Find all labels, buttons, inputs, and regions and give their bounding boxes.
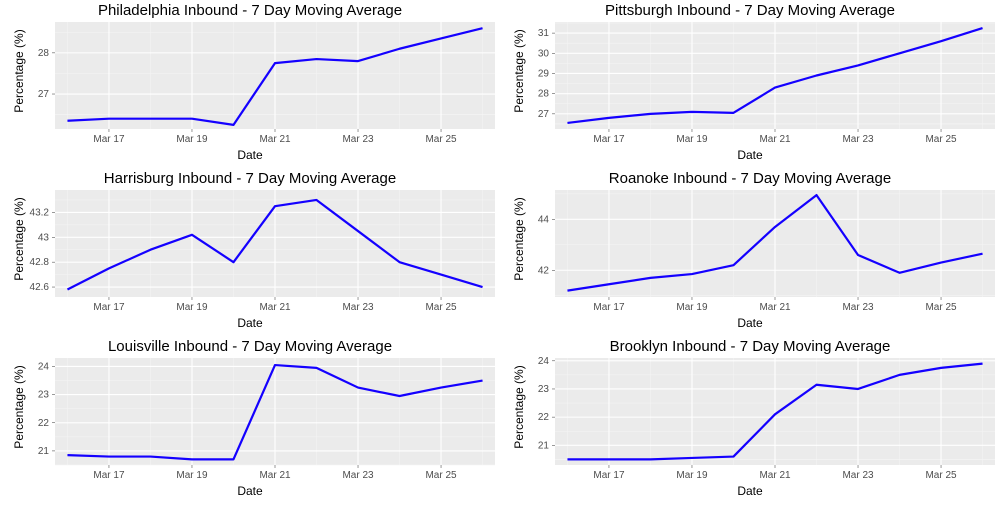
x-tick-label: Mar 25: [925, 470, 957, 481]
y-axis-label: Percentage (%): [512, 357, 526, 457]
chart-title: Pittsburgh Inbound - 7 Day Moving Averag…: [500, 2, 1000, 19]
chart-title: Harrisburg Inbound - 7 Day Moving Averag…: [0, 170, 500, 187]
plot-panel: Mar 17Mar 19Mar 21Mar 23Mar 252728293031: [555, 22, 995, 129]
x-tick-label: Mar 19: [176, 134, 208, 145]
y-axis-label: Percentage (%): [12, 357, 26, 457]
plot-panel: Mar 17Mar 19Mar 21Mar 23Mar 252728: [55, 22, 495, 129]
x-tick-label: Mar 19: [676, 302, 708, 313]
chart-grid: Philadelphia Inbound - 7 Day Moving Aver…: [0, 0, 1000, 505]
y-tick-label: 24: [38, 361, 50, 372]
y-tick-label: 23: [38, 390, 50, 401]
x-tick-label: Mar 17: [593, 302, 625, 313]
y-tick-label: 21: [38, 446, 50, 457]
chart-cell: Harrisburg Inbound - 7 Day Moving Averag…: [0, 168, 500, 336]
y-tick-label: 44: [538, 214, 550, 225]
x-axis-label: Date: [500, 148, 1000, 162]
x-tick-label: Mar 21: [759, 470, 791, 481]
chart-title: Brooklyn Inbound - 7 Day Moving Average: [500, 338, 1000, 355]
chart-cell: Louisville Inbound - 7 Day Moving Averag…: [0, 336, 500, 504]
chart-cell: Pittsburgh Inbound - 7 Day Moving Averag…: [500, 0, 1000, 168]
y-tick-label: 24: [538, 356, 550, 367]
x-tick-label: Mar 23: [842, 470, 874, 481]
x-tick-label: Mar 21: [259, 302, 291, 313]
plot-panel: Mar 17Mar 19Mar 21Mar 23Mar 254244: [555, 190, 995, 297]
y-tick-label: 42: [538, 265, 550, 276]
x-tick-label: Mar 17: [593, 134, 625, 145]
x-axis-label: Date: [500, 484, 1000, 498]
x-tick-label: Mar 23: [842, 302, 874, 313]
x-tick-label: Mar 17: [93, 134, 125, 145]
chart-cell: Roanoke Inbound - 7 Day Moving Average Pe…: [500, 168, 1000, 336]
x-tick-label: Mar 25: [925, 134, 957, 145]
x-tick-label: Mar 23: [342, 470, 374, 481]
x-tick-label: Mar 21: [259, 470, 291, 481]
y-tick-label: 29: [538, 68, 550, 79]
x-tick-label: Mar 25: [925, 302, 957, 313]
x-tick-label: Mar 21: [759, 302, 791, 313]
plot-panel: Mar 17Mar 19Mar 21Mar 23Mar 2521222324: [555, 358, 995, 465]
x-axis-label: Date: [0, 148, 500, 162]
x-tick-label: Mar 17: [93, 470, 125, 481]
x-tick-label: Mar 25: [425, 470, 457, 481]
x-tick-label: Mar 21: [759, 134, 791, 145]
y-tick-label: 21: [538, 440, 550, 451]
x-tick-label: Mar 23: [842, 134, 874, 145]
x-tick-label: Mar 25: [425, 134, 457, 145]
y-tick-label: 22: [38, 418, 50, 429]
x-tick-label: Mar 19: [676, 134, 708, 145]
y-axis-label: Percentage (%): [12, 21, 26, 121]
y-tick-label: 42.6: [30, 282, 50, 293]
x-axis-label: Date: [500, 316, 1000, 330]
y-tick-label: 28: [538, 89, 550, 100]
y-tick-label: 31: [538, 28, 550, 39]
plot-panel: Mar 17Mar 19Mar 21Mar 23Mar 2542.642.843…: [55, 190, 495, 297]
plot-panel: Mar 17Mar 19Mar 21Mar 23Mar 2521222324: [55, 358, 495, 465]
y-axis-label: Percentage (%): [512, 189, 526, 289]
x-tick-label: Mar 17: [93, 302, 125, 313]
x-axis-label: Date: [0, 484, 500, 498]
y-axis-label: Percentage (%): [512, 21, 526, 121]
chart-title: Philadelphia Inbound - 7 Day Moving Aver…: [0, 2, 500, 19]
chart-title: Louisville Inbound - 7 Day Moving Averag…: [0, 338, 500, 355]
chart-title: Roanoke Inbound - 7 Day Moving Average: [500, 170, 1000, 187]
x-tick-label: Mar 19: [176, 470, 208, 481]
x-tick-label: Mar 19: [676, 470, 708, 481]
x-tick-label: Mar 21: [259, 134, 291, 145]
x-tick-label: Mar 19: [176, 302, 208, 313]
x-axis-label: Date: [0, 316, 500, 330]
y-tick-label: 23: [538, 384, 550, 395]
y-tick-label: 30: [538, 48, 550, 59]
y-tick-label: 42.8: [30, 257, 50, 268]
y-tick-label: 27: [38, 89, 50, 100]
y-tick-label: 43: [38, 232, 50, 243]
y-tick-label: 43.2: [30, 207, 50, 218]
x-tick-label: Mar 25: [425, 302, 457, 313]
y-tick-label: 28: [38, 48, 50, 59]
y-tick-label: 27: [538, 109, 550, 120]
x-tick-label: Mar 23: [342, 302, 374, 313]
x-tick-label: Mar 17: [593, 470, 625, 481]
x-tick-label: Mar 23: [342, 134, 374, 145]
y-tick-label: 22: [538, 412, 550, 423]
y-axis-label: Percentage (%): [12, 189, 26, 289]
chart-cell: Brooklyn Inbound - 7 Day Moving Average P…: [500, 336, 1000, 504]
chart-cell: Philadelphia Inbound - 7 Day Moving Aver…: [0, 0, 500, 168]
